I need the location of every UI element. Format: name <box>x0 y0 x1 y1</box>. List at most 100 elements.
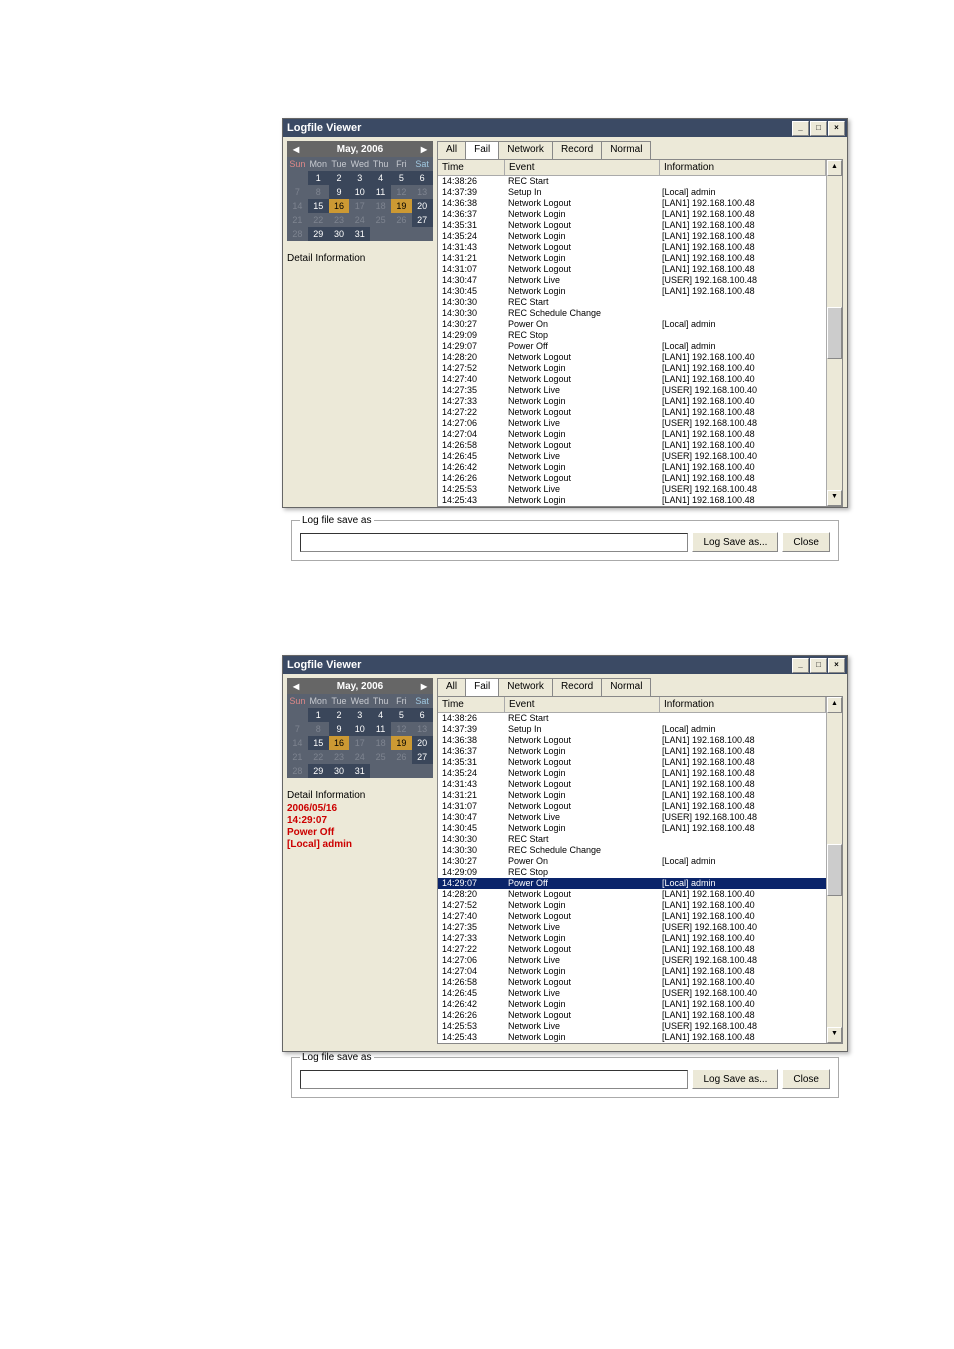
col-time[interactable]: Time <box>438 160 505 175</box>
col-info[interactable]: Information <box>660 697 826 712</box>
log-row[interactable]: 14:38:26REC Start <box>438 176 826 187</box>
log-row[interactable]: 14:27:22Network Logout[LAN1] 192.168.100… <box>438 944 826 955</box>
scrollbar[interactable]: ▲ ▼ <box>826 160 842 506</box>
log-row[interactable]: 14:28:20Network Logout[LAN1] 192.168.100… <box>438 889 826 900</box>
log-row[interactable]: 14:26:42Network Login[LAN1] 192.168.100.… <box>438 462 826 473</box>
calendar-day[interactable]: 20 <box>412 199 433 213</box>
calendar-day[interactable]: 23 <box>329 750 350 764</box>
log-row[interactable]: 14:38:26REC Start <box>438 713 826 724</box>
calendar-day[interactable]: 21 <box>287 213 308 227</box>
log-row[interactable]: 14:35:24Network Login[LAN1] 192.168.100.… <box>438 231 826 242</box>
calendar-day[interactable]: 24 <box>349 213 370 227</box>
calendar-day[interactable]: 7 <box>287 185 308 199</box>
log-row[interactable]: 14:27:52Network Login[LAN1] 192.168.100.… <box>438 900 826 911</box>
save-path-input[interactable] <box>300 533 688 552</box>
log-row[interactable]: 14:29:07Power Off[Local] admin <box>438 878 826 889</box>
calendar-day[interactable]: 8 <box>308 722 329 736</box>
tab-network[interactable]: Network <box>498 141 553 159</box>
log-row[interactable]: 14:27:40Network Logout[LAN1] 192.168.100… <box>438 374 826 385</box>
log-row[interactable]: 14:25:53Network Live[USER] 192.168.100.4… <box>438 1021 826 1032</box>
tab-record[interactable]: Record <box>552 141 602 159</box>
calendar-day[interactable]: 30 <box>329 227 350 241</box>
calendar-day[interactable]: 18 <box>370 199 391 213</box>
tab-all[interactable]: All <box>437 141 466 159</box>
log-row[interactable]: 14:30:45Network Login[LAN1] 192.168.100.… <box>438 823 826 834</box>
calendar-day[interactable]: 23 <box>329 213 350 227</box>
calendar-day[interactable]: 15 <box>308 199 329 213</box>
calendar-day[interactable]: 3 <box>349 708 370 722</box>
close-window-button[interactable]: × <box>828 121 845 136</box>
calendar-day[interactable]: 26 <box>391 750 412 764</box>
minimize-button[interactable]: _ <box>792 658 809 673</box>
calendar-day[interactable]: 10 <box>349 722 370 736</box>
log-save-as-button[interactable]: Log Save as... <box>692 1069 778 1089</box>
tab-all[interactable]: All <box>437 678 466 696</box>
tab-fail[interactable]: Fail <box>465 141 499 159</box>
maximize-button[interactable]: □ <box>810 121 827 136</box>
log-row[interactable]: 14:35:31Network Logout[LAN1] 192.168.100… <box>438 757 826 768</box>
calendar-day[interactable]: 25 <box>370 213 391 227</box>
log-row[interactable]: 14:31:07Network Logout[LAN1] 192.168.100… <box>438 264 826 275</box>
log-row[interactable]: 14:27:35Network Live[USER] 192.168.100.4… <box>438 385 826 396</box>
calendar-day[interactable]: 2 <box>329 171 350 185</box>
log-row[interactable]: 14:31:21Network Login[LAN1] 192.168.100.… <box>438 253 826 264</box>
calendar-day[interactable]: 24 <box>349 750 370 764</box>
calendar-day[interactable]: 7 <box>287 722 308 736</box>
calendar-day[interactable]: 31 <box>349 764 370 778</box>
log-row[interactable]: 14:27:33Network Login[LAN1] 192.168.100.… <box>438 933 826 944</box>
calendar-day[interactable]: 12 <box>391 722 412 736</box>
titlebar[interactable]: Logfile Viewer _ □ × <box>283 656 847 674</box>
col-info[interactable]: Information <box>660 160 826 175</box>
log-row[interactable]: 14:29:09REC Stop <box>438 330 826 341</box>
log-save-as-button[interactable]: Log Save as... <box>692 532 778 552</box>
log-row[interactable]: 14:26:26Network Logout[LAN1] 192.168.100… <box>438 1010 826 1021</box>
scroll-up-icon[interactable]: ▲ <box>827 160 842 176</box>
scroll-down-icon[interactable]: ▼ <box>827 1027 842 1043</box>
calendar-day[interactable]: 22 <box>308 750 329 764</box>
log-row[interactable]: 14:37:39Setup In[Local] admin <box>438 187 826 198</box>
calendar-day[interactable]: 1 <box>308 171 329 185</box>
log-row[interactable]: 14:31:43Network Logout[LAN1] 192.168.100… <box>438 242 826 253</box>
col-time[interactable]: Time <box>438 697 505 712</box>
calendar-day[interactable]: 19 <box>391 736 412 750</box>
log-row[interactable]: 14:26:45Network Live[USER] 192.168.100.4… <box>438 451 826 462</box>
log-row[interactable]: 14:30:45Network Login[LAN1] 192.168.100.… <box>438 286 826 297</box>
titlebar[interactable]: Logfile Viewer _ □ × <box>283 119 847 137</box>
log-row[interactable]: 14:27:22Network Logout[LAN1] 192.168.100… <box>438 407 826 418</box>
calendar-day[interactable]: 29 <box>308 764 329 778</box>
log-row[interactable]: 14:31:21Network Login[LAN1] 192.168.100.… <box>438 790 826 801</box>
calendar-day[interactable]: 27 <box>412 213 433 227</box>
calendar-day[interactable]: 20 <box>412 736 433 750</box>
calendar-day[interactable]: 10 <box>349 185 370 199</box>
calendar-day[interactable]: 2 <box>329 708 350 722</box>
tab-record[interactable]: Record <box>552 678 602 696</box>
calendar-day[interactable]: 28 <box>287 764 308 778</box>
log-row[interactable]: 14:37:39Setup In[Local] admin <box>438 724 826 735</box>
calendar-day[interactable]: 11 <box>370 722 391 736</box>
scroll-down-icon[interactable]: ▼ <box>827 490 842 506</box>
calendar-day[interactable]: 16 <box>329 199 350 213</box>
next-month-icon[interactable]: ▶ <box>421 682 427 691</box>
calendar-day[interactable]: 17 <box>349 736 370 750</box>
calendar-day[interactable]: 5 <box>391 171 412 185</box>
calendar-day[interactable]: 11 <box>370 185 391 199</box>
calendar-day[interactable]: 17 <box>349 199 370 213</box>
log-row[interactable]: 14:29:09REC Stop <box>438 867 826 878</box>
log-row[interactable]: 14:26:45Network Live[USER] 192.168.100.4… <box>438 988 826 999</box>
scroll-thumb[interactable] <box>827 307 842 359</box>
tab-network[interactable]: Network <box>498 678 553 696</box>
calendar-day[interactable]: 15 <box>308 736 329 750</box>
log-row[interactable]: 14:26:58Network Logout[LAN1] 192.168.100… <box>438 440 826 451</box>
calendar-day[interactable]: 28 <box>287 227 308 241</box>
next-month-icon[interactable]: ▶ <box>421 145 427 154</box>
tab-normal[interactable]: Normal <box>601 678 651 696</box>
calendar-day[interactable]: 25 <box>370 750 391 764</box>
calendar-day[interactable]: 27 <box>412 750 433 764</box>
log-row[interactable]: 14:27:52Network Login[LAN1] 192.168.100.… <box>438 363 826 374</box>
calendar-day[interactable]: 18 <box>370 736 391 750</box>
log-row[interactable]: 14:30:47Network Live[USER] 192.168.100.4… <box>438 275 826 286</box>
log-row[interactable]: 14:27:04Network Login[LAN1] 192.168.100.… <box>438 966 826 977</box>
calendar-day[interactable]: 13 <box>412 722 433 736</box>
log-row[interactable]: 14:25:43Network Login[LAN1] 192.168.100.… <box>438 495 826 506</box>
scroll-thumb[interactable] <box>827 844 842 896</box>
